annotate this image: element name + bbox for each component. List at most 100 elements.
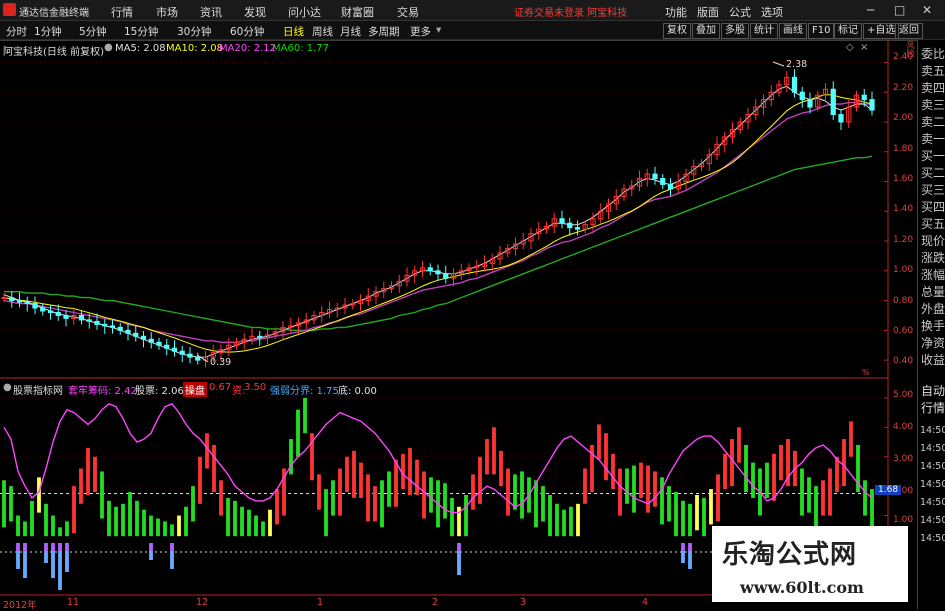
rp-buy1: 买一 [921,149,945,163]
indicator-bar [471,474,475,510]
indicator-bar [247,509,251,537]
indicator-bar [170,524,174,537]
ind-y-tick: 5.00 [893,390,914,400]
indicator-settings-icon[interactable]: ● [3,382,12,393]
indicator-bar [765,462,769,498]
candle-body [40,307,46,312]
candle-body [16,300,23,303]
x-label: 4 [642,597,649,608]
indicator-bar [737,427,741,463]
indicator-bar [492,427,496,475]
candle-body [791,76,798,93]
candle-body [78,314,85,321]
candle-body [443,273,449,279]
candle-body [109,325,116,328]
indicator-bar [597,424,601,460]
x-label: 2 [432,597,439,608]
indicator-bar [576,503,580,537]
ind-qiangruo: 强弱分界: 1.75 [270,386,339,397]
indicator-blue-bar [16,551,20,569]
indicator-blue-bar [51,551,55,578]
candle-body [574,227,581,230]
rp-quote[interactable]: 行情 [921,402,945,415]
candle-body [179,350,185,355]
indicator-bar [16,515,20,537]
indicator-bar [443,483,447,519]
indicator-blue-bar [681,551,685,563]
indicator-bar [338,468,342,516]
indicator-bar [296,409,300,457]
indicator-bar [520,471,524,519]
ma10-polyline [3,93,873,353]
indicator-bar [534,480,538,528]
ind-y-tick: 1.00 [893,515,914,525]
indicator-bar [646,465,650,513]
y-tick: 1.40 [893,204,914,214]
rp-sell5: 卖五 [921,64,945,78]
indicator-bar [464,494,468,537]
indicator-bar [835,456,839,493]
candle-body [117,326,123,331]
ind-gupiao: 股票: 2.06 [135,386,184,397]
indicator-bar [667,486,671,522]
ma5-polyline [3,85,873,358]
indicator-purple-bar [44,543,48,551]
rp-auto[interactable]: 自动 [921,385,945,398]
indicator-bar [303,397,307,434]
candles [1,61,875,368]
rp-buy2: 买二 [921,166,945,180]
tick-time: 14:50 [920,425,945,436]
indicator-bar [93,456,97,493]
chart-canvas [0,39,945,596]
tick-time: 14:50 [920,497,945,508]
candle-body [1,297,7,300]
indicator-bar [366,474,370,522]
indicator-bar [450,497,454,537]
indicator-bar [135,500,139,537]
indicator-purple-bar [23,543,27,551]
indicator-bar [191,486,195,522]
indicator-bar [485,439,489,475]
candle-body [435,270,441,275]
candle-body [24,301,30,305]
indicator-bar [842,439,846,487]
y-tick: 1.60 [893,174,914,184]
indicator-bar [156,518,160,537]
tick-time: 14:50 [920,461,945,472]
indicator-bar [555,503,559,537]
ma10-line [3,93,873,353]
ma60-line [4,155,873,331]
low-annotation: 0.39 [210,357,232,368]
indicator-bar [618,468,622,516]
indicator-purple-bar [457,543,461,551]
indicator-bar [604,433,608,481]
indicator-bar [674,492,678,537]
indicator-blue-bar [44,551,48,563]
indicator-bar [429,477,433,513]
indicator-purple-bar [681,543,685,551]
indicator-bar [352,450,356,498]
indicator-bar [807,477,811,513]
indicator-purple-bar [51,543,55,551]
high-annotation: 2.38 [786,59,808,70]
indicator-purple-bar [65,543,69,551]
tick-time: 14:50 [920,443,945,454]
candle-body [86,319,92,322]
indicator-bar [800,468,804,516]
candle-body [156,341,162,346]
candle-body [567,222,573,229]
indicator-bar [261,521,265,537]
rp-sell3: 卖三 [921,98,945,112]
indicator-bar [408,447,412,495]
indicator-bar [394,459,398,507]
indicator-bar [163,521,167,537]
indicator-bar [653,471,657,507]
y-tick: 2.40 [893,52,914,62]
indicator-bar [744,444,748,493]
indicator-bar [373,486,377,522]
indicator-bar [562,509,566,537]
x-label: 1 [317,597,324,608]
indicator-bar [478,456,482,504]
rp-turnover: 换手 [921,319,945,333]
indicator-bar [541,486,545,522]
